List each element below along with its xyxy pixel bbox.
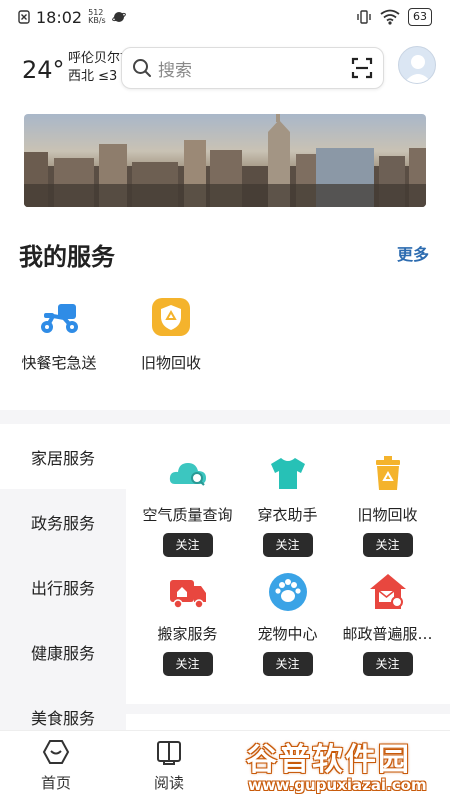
mail-house-icon [369,574,406,609]
battery-indicator: 63 [408,8,432,26]
search-bar[interactable]: 搜索 [121,47,384,89]
service-label: 旧物回收 [140,354,201,372]
grid-item-postal[interactable]: 邮政普遍服… 关注 [335,571,440,676]
follow-button[interactable]: 关注 [162,652,213,676]
home-icon [42,740,70,764]
service-item-delivery[interactable]: 快餐宅急送 [4,296,114,373]
book-icon [157,741,181,765]
follow-button[interactable]: 关注 [262,533,313,557]
grid-item-recycle[interactable]: 旧物回收 关注 [335,452,440,557]
grid-item-label: 穿衣助手 [257,506,318,524]
app-screen: 18:02 512 KB/s 63 24° 呼伦贝尔市 西北 ≤3 搜索 我的服… [0,0,450,800]
my-services-title: 我的服务 [19,243,115,271]
category-item-gov[interactable]: 政务服务 [0,489,126,554]
tab-label: 阅读 [153,774,184,792]
top-header: 24° 呼伦贝尔市 西北 ≤3 搜索 [0,44,450,92]
net-speed-unit: KB/s [88,16,106,25]
paw-icon [268,573,307,611]
city-skyline-image [24,114,426,207]
cloud-search-icon [169,463,206,486]
grid-item-label: 旧物回收 [357,506,418,524]
service-label: 快餐宅急送 [21,354,97,372]
grid-item-label: 空气质量查询 [142,506,233,524]
grid-item-label: 邮政普遍服… [342,625,433,643]
status-bar: 18:02 512 KB/s 63 [0,0,450,34]
truck-icon [169,580,206,609]
category-item-home[interactable]: 家居服务 [0,424,126,489]
content-separator [126,704,450,730]
grid-item-label: 宠物中心 [257,625,318,643]
recycle-badge-icon [152,298,190,336]
follow-button[interactable]: 关注 [362,533,413,557]
battery-level: 63 [413,10,427,23]
tshirt-icon [270,458,305,489]
grid-item-clothing[interactable]: 穿衣助手 关注 [235,452,340,557]
scooter-icon [41,304,78,333]
service-item-recycle[interactable]: 旧物回收 [116,296,226,373]
temperature: 24° [22,56,65,84]
search-icon [133,59,151,77]
grid-item-moving[interactable]: 搬家服务 关注 [135,571,240,676]
city-banner-image[interactable] [24,114,426,207]
follow-button[interactable]: 关注 [162,533,213,557]
user-avatar-icon [404,55,432,83]
category-item-travel[interactable]: 出行服务 [0,554,126,619]
notification-close-icon [18,10,30,24]
recycle-bin-icon [375,456,400,490]
follow-button[interactable]: 关注 [262,652,313,676]
planet-icon [111,12,126,22]
more-link[interactable]: 更多 [397,241,429,265]
section-divider [0,410,450,424]
net-speed: 512 KB/s [88,9,106,25]
search-input[interactable]: 搜索 [158,56,351,81]
watermark-brand: 谷普软件园 [246,742,411,778]
grid-item-label: 搬家服务 [157,625,218,643]
category-item-health[interactable]: 健康服务 [0,619,126,684]
tab-label: 首页 [40,774,71,792]
category-sidebar: 家居服务 政务服务 出行服务 健康服务 美食服务 [0,424,126,730]
wifi-icon [380,9,400,25]
grid-item-pet[interactable]: 宠物中心 关注 [235,571,340,676]
tab-read[interactable]: 阅读 [139,739,199,793]
follow-button[interactable]: 关注 [362,652,413,676]
grid-item-air-quality[interactable]: 空气质量查询 关注 [135,452,240,557]
watermark-logo: 谷普软件园 www.gupuxiazai.com [246,734,446,798]
vibrate-icon [357,10,371,24]
avatar[interactable] [398,46,436,84]
watermark-url: www.gupuxiazai.com [248,776,427,794]
status-time: 18:02 [36,7,83,27]
tab-home[interactable]: 首页 [26,739,86,793]
scan-icon[interactable] [351,57,373,79]
